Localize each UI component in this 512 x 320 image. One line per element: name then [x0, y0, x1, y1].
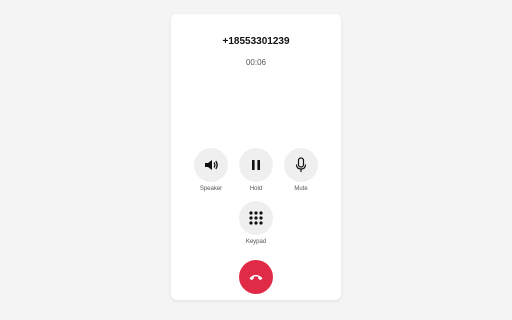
mute-control: Mute — [284, 148, 318, 192]
hold-control: Hold — [239, 148, 273, 192]
mute-label: Mute — [294, 186, 308, 192]
call-panel: +18553301239 00:06 Speaker Hold Mute Key… — [171, 14, 341, 300]
mute-button[interactable] — [284, 148, 318, 182]
call-timer: 00:06 — [245, 58, 267, 67]
keypad-button[interactable] — [239, 201, 273, 235]
speaker-control: Speaker — [194, 148, 228, 192]
phone-number: +18553301239 — [222, 36, 290, 47]
keypad-control: Keypad — [239, 201, 273, 245]
hold-button[interactable] — [239, 148, 273, 182]
microphone-icon — [294, 157, 308, 173]
hang-up-icon — [248, 272, 264, 282]
pause-icon — [249, 158, 263, 172]
speaker-button[interactable] — [194, 148, 228, 182]
end-call-button[interactable] — [239, 260, 273, 294]
speaker-icon — [203, 157, 219, 173]
keypad-icon — [248, 210, 264, 226]
keypad-label: Keypad — [245, 239, 267, 245]
